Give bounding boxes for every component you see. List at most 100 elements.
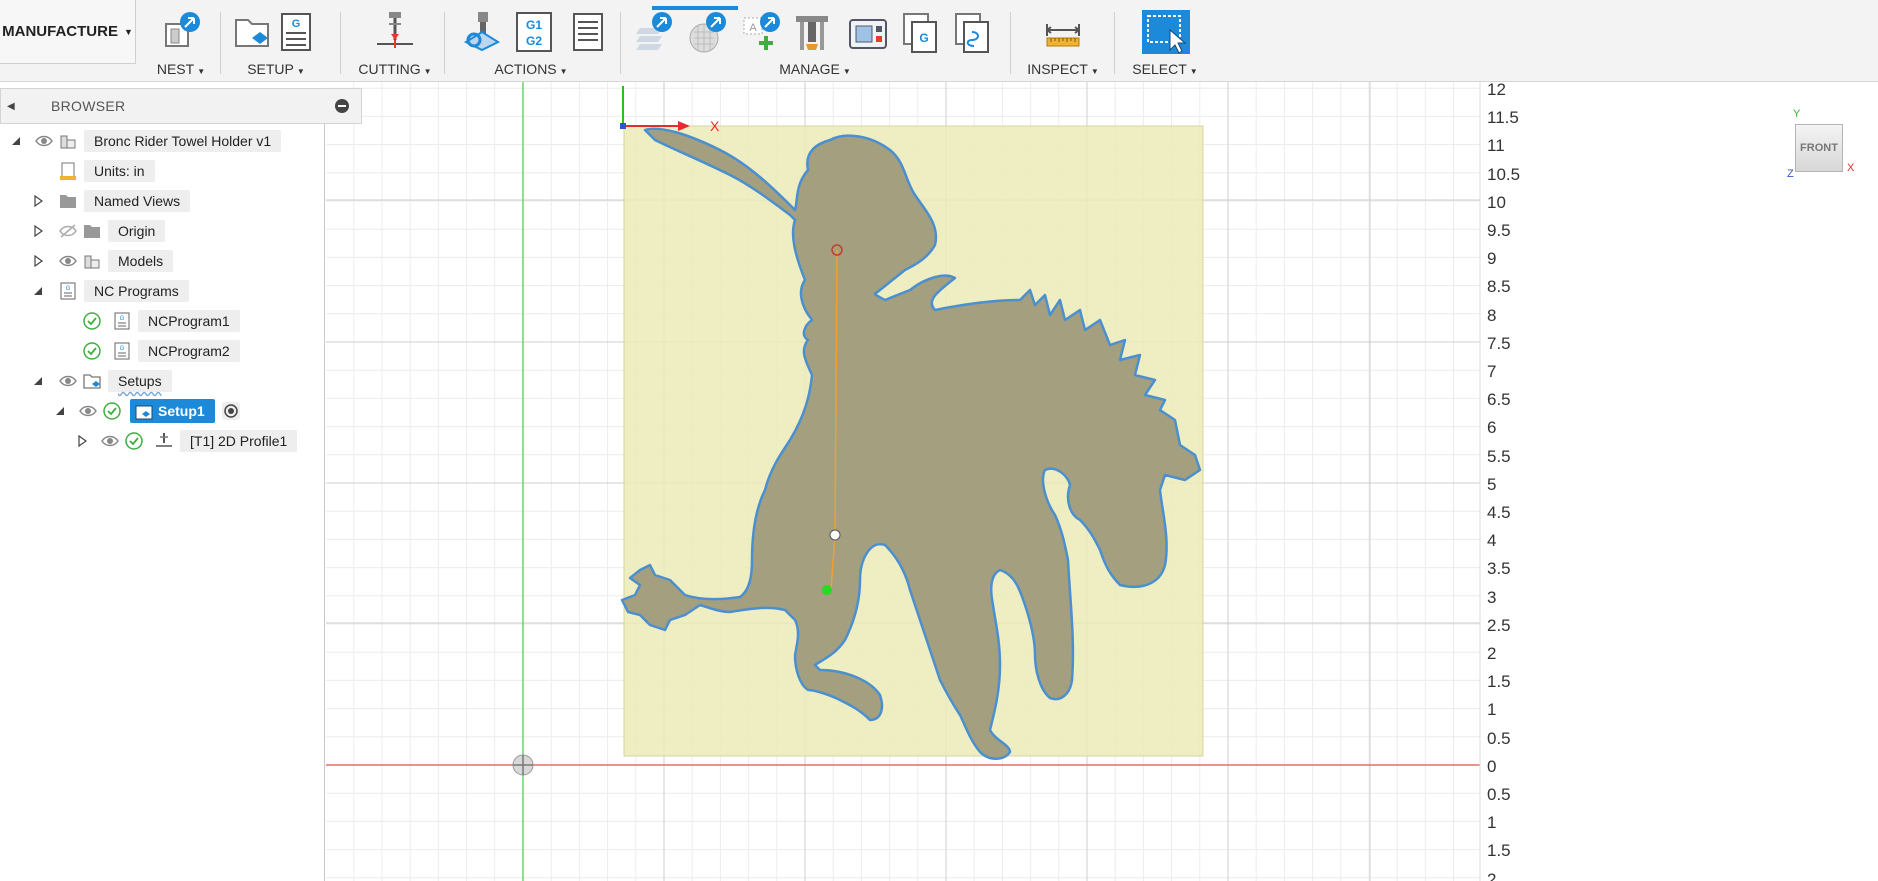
viewcube-z-label: Z — [1787, 168, 1794, 180]
machine-icon[interactable] — [848, 10, 888, 54]
units-label: Units: in — [84, 160, 155, 182]
ruler-tick-label: 6.5 — [1487, 390, 1511, 410]
active-setup-radio-icon[interactable] — [221, 401, 241, 421]
tree-row-root[interactable]: Bronc Rider Towel Holder v1 — [10, 128, 282, 154]
eye-hidden-icon[interactable] — [58, 221, 78, 241]
collapsed-triangle-icon[interactable] — [32, 225, 44, 237]
workspace-switcher[interactable]: MANUFACTURE ▼ — [0, 0, 136, 64]
select-group: SELECT ▼ — [1122, 0, 1208, 80]
browser-title: BROWSER — [51, 98, 126, 114]
tree-row-2d-profile[interactable]: [T1] 2D Profile1 — [76, 428, 298, 454]
nc-programs-label: NC Programs — [84, 280, 189, 302]
check-circle-icon — [102, 401, 122, 421]
setup-icon — [134, 402, 153, 420]
ruler-tick-label: 2 — [1487, 869, 1497, 881]
post-process-icon[interactable]: G1 G2 — [514, 10, 554, 54]
ruler-tick-label: 12 — [1487, 82, 1506, 99]
machine-library-icon[interactable] — [792, 10, 832, 54]
template-icon[interactable]: G — [276, 10, 316, 54]
chevron-down-icon: ▼ — [123, 26, 133, 37]
eye-icon[interactable] — [34, 131, 54, 151]
workspace-label: MANUFACTURE — [2, 23, 118, 40]
collapsed-triangle-icon[interactable] — [76, 435, 88, 447]
tree-row-setups[interactable]: Setups — [32, 368, 172, 394]
nc-program-icon[interactable]: G — [900, 10, 940, 54]
select-icon[interactable] — [1142, 10, 1190, 54]
ruler-tick-label: 1.5 — [1487, 672, 1511, 692]
collapse-panel-icon[interactable]: ◀ — [1, 101, 21, 112]
eye-icon[interactable] — [58, 371, 78, 391]
select-menu[interactable]: SELECT ▼ — [1122, 61, 1208, 77]
cutting-label: CUTTING — [358, 61, 421, 77]
setup-x-label: X — [710, 118, 720, 134]
setup-menu[interactable]: SETUP ▼ — [226, 61, 326, 77]
caret-down-icon: ▼ — [296, 67, 305, 76]
expanded-triangle-icon[interactable] — [32, 285, 44, 297]
root-component-label: Bronc Rider Towel Holder v1 — [84, 130, 282, 152]
minimize-icon[interactable] — [335, 99, 349, 113]
viewcube[interactable]: Y FRONT X Z — [1787, 108, 1854, 180]
ruler-tick-label: 10.5 — [1487, 164, 1521, 184]
nest-menu[interactable]: NEST ▼ — [146, 61, 216, 77]
tree-row-models[interactable]: Models — [32, 248, 174, 274]
tool-library-icon[interactable] — [634, 10, 674, 54]
collapsed-triangle-icon[interactable] — [32, 255, 44, 267]
viewcube-front-face[interactable]: FRONT — [1795, 124, 1843, 172]
tree-row-named-views[interactable]: Named Views — [32, 188, 191, 214]
origin-label: Origin — [108, 220, 166, 242]
ncprogram2-label: NCProgram2 — [138, 340, 240, 362]
svg-text:G: G — [919, 31, 928, 45]
cutting-profile-icon[interactable] — [375, 10, 415, 54]
ruler-tick-label: 9 — [1487, 249, 1497, 269]
component-icon — [82, 251, 102, 271]
nest-group: NEST ▼ — [146, 0, 216, 80]
manufacturing-library-icon[interactable] — [952, 10, 992, 54]
ruler-tick-label: 7.5 — [1487, 333, 1511, 353]
check-circle-icon — [82, 311, 102, 331]
collapsed-triangle-icon[interactable] — [32, 195, 44, 207]
inspect-menu[interactable]: INSPECT ▼ — [1020, 61, 1106, 77]
expanded-triangle-icon[interactable] — [32, 375, 44, 387]
toolpath-entry-point — [822, 585, 832, 595]
new-setup-icon[interactable] — [232, 10, 272, 54]
graphics-canvas[interactable]: X 12 11.5 11 10.5 10 9.5 9 8.5 8 7.5 7 6.5 6 5.5 5 4.5 4… — [326, 82, 1878, 881]
setups-label: Setups — [108, 370, 172, 392]
ruler-tick-label: 11 — [1487, 136, 1505, 156]
template-library-icon[interactable] — [686, 10, 726, 54]
eye-icon[interactable] — [100, 431, 120, 451]
tree-row-nc-programs[interactable]: G NC Programs — [32, 278, 189, 304]
simulate-icon[interactable] — [462, 10, 502, 54]
actions-menu[interactable]: ACTIONS ▼ — [460, 61, 602, 77]
nc-program-icon: G — [112, 311, 132, 331]
manage-menu[interactable]: MANAGE ▼ — [630, 61, 1000, 77]
eye-icon[interactable] — [78, 401, 98, 421]
post-library-icon[interactable]: A — [740, 10, 780, 54]
viewcube-x-label: X — [1847, 162, 1855, 174]
setup1-node[interactable]: Setup1 — [130, 399, 215, 423]
tree-row-origin[interactable]: Origin — [32, 218, 166, 244]
nc-program-folder-icon: G — [58, 281, 78, 301]
nest-icon[interactable] — [160, 10, 200, 54]
ruler-tick-label: 0 — [1487, 756, 1497, 776]
grid: X — [326, 82, 1481, 881]
ruler-tick-label: 0.5 — [1487, 728, 1511, 748]
actions-label: ACTIONS — [494, 61, 557, 77]
expanded-triangle-icon[interactable] — [54, 405, 66, 417]
setup-sheet-icon[interactable] — [568, 10, 608, 54]
measure-icon[interactable] — [1043, 10, 1083, 54]
ruler-tick-label: 4.5 — [1487, 503, 1511, 522]
tree-row-ncprogram2[interactable]: G NCProgram2 — [78, 338, 240, 364]
expanded-triangle-icon[interactable] — [10, 135, 22, 147]
tree-row-setup1[interactable]: Setup1 — [54, 398, 241, 424]
separator — [340, 12, 341, 74]
units-icon — [58, 161, 78, 181]
caret-down-icon: ▼ — [1090, 67, 1099, 76]
cutting-menu[interactable]: CUTTING ▼ — [348, 61, 442, 77]
ruler-tick-label: 1.5 — [1487, 841, 1511, 861]
eye-icon[interactable] — [58, 251, 78, 271]
ruler-tick-label: 6 — [1487, 418, 1497, 438]
tree-row-ncprogram1[interactable]: G NCProgram1 — [78, 308, 240, 334]
tree-row-units[interactable]: Units: in — [50, 158, 155, 184]
svg-text:A: A — [749, 22, 757, 34]
check-circle-icon — [124, 431, 144, 451]
